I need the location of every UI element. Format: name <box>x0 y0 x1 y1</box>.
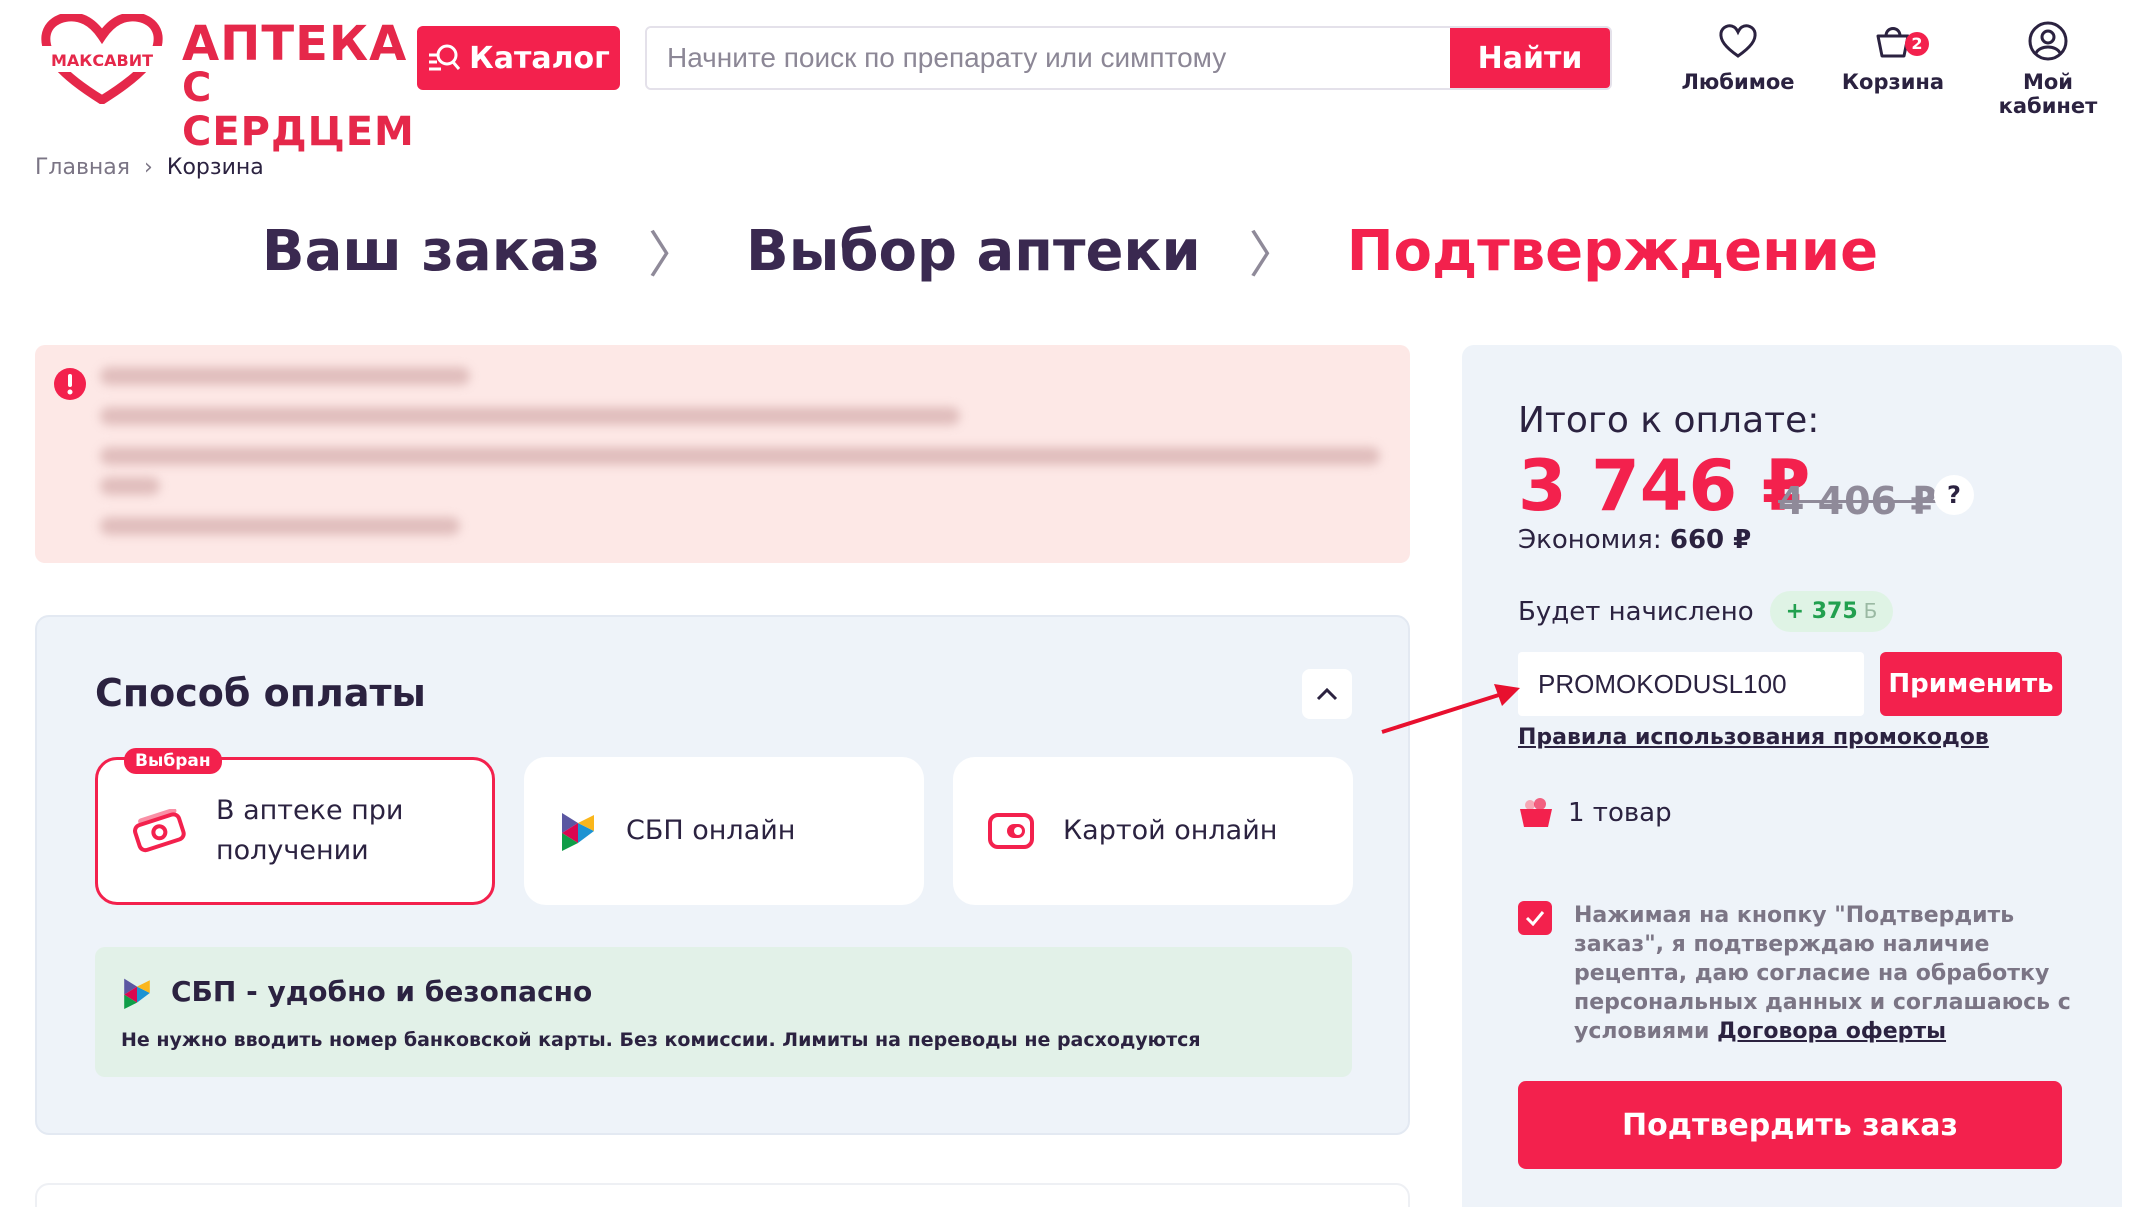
blurred-text <box>100 447 1380 465</box>
warning-icon <box>54 368 86 400</box>
payment-option-card-label: Картой онлайн <box>1063 815 1278 846</box>
catalog-search-icon <box>429 44 461 71</box>
catalog-label: Каталог <box>469 40 610 76</box>
payment-option-pharmacy-line1: В аптеке при <box>216 795 404 826</box>
breadcrumb-current: Корзина <box>166 155 264 180</box>
account-label: Мой кабинет <box>1998 70 2098 118</box>
bonus: Будет начислено + 375 Б <box>1518 591 1894 632</box>
confirm-order-button[interactable]: Подтвердить заказ <box>1518 1081 2062 1169</box>
help-icon[interactable]: ? <box>1934 475 1974 515</box>
bonus-points-icon: Б <box>1863 599 1878 623</box>
chevron-up-icon <box>1316 687 1338 701</box>
payment-option-sbp-label: СБП онлайн <box>626 815 796 846</box>
payment-title: Способ оплаты <box>95 671 426 715</box>
bonus-value: + 375 <box>1785 599 1858 624</box>
payment-option-card[interactable]: Картой онлайн <box>953 757 1353 905</box>
breadcrumb: Главная › Корзина <box>35 155 264 180</box>
chevron-right-icon: › <box>144 155 153 180</box>
economy: Экономия: 660 ₽ <box>1518 525 1751 555</box>
sbp-icon <box>124 978 150 1009</box>
logo-line2: С СЕРДЦЕМ <box>182 65 415 155</box>
economy-label: Экономия: <box>1518 525 1662 555</box>
blurred-text <box>100 477 160 495</box>
payment-option-pharmacy-label: В аптеке при получении <box>216 791 403 871</box>
consent-text: Нажимая на кнопку "Подтвердить заказ", я… <box>1574 901 2074 1046</box>
order-summary: Итого к оплате: 3 746 ₽ 4 406 ₽ ? Эконом… <box>1462 345 2122 1207</box>
sbp-note-text: Не нужно вводить номер банковской карты.… <box>121 1029 1201 1051</box>
offer-agreement-link[interactable]: Договора оферты <box>1717 1019 1946 1044</box>
basket-icon <box>1520 798 1552 827</box>
sbp-note-title: СБП - удобно и безопасно <box>171 975 593 1008</box>
sbp-note: СБП - удобно и безопасно Не нужно вводит… <box>95 947 1352 1077</box>
catalog-button[interactable]: Каталог <box>417 26 620 90</box>
total-price: 3 746 ₽ <box>1518 445 1811 527</box>
account-link[interactable]: Мой кабинет <box>1978 20 2118 118</box>
old-price: 4 406 ₽ <box>1778 479 1937 523</box>
items-count-label: 1 товар <box>1568 798 1672 828</box>
blurred-text <box>100 407 960 425</box>
sbp-icon <box>562 813 594 851</box>
logo-text: АПТЕКА С СЕРДЦЕМ <box>182 20 415 155</box>
selected-badge: Выбран <box>124 748 222 774</box>
step-separator-icon: 〉 <box>648 226 699 284</box>
payment-section: Способ оплаты Выбран В аптеке при получе… <box>35 615 1410 1135</box>
total-title: Итого к оплате: <box>1518 400 1820 441</box>
cart-count-badge: 2 <box>1905 32 1929 56</box>
logo-line1: АПТЕКА <box>182 16 408 72</box>
step-confirmation: Подтверждение <box>1346 218 1879 284</box>
apply-promo-button[interactable]: Применить <box>1880 652 2062 716</box>
red-arrow-annotation <box>1381 684 1520 734</box>
economy-value: 660 ₽ <box>1669 525 1752 555</box>
breadcrumb-home[interactable]: Главная <box>35 155 130 180</box>
consent-checkbox[interactable] <box>1518 901 1552 935</box>
payment-option-pharmacy-line2: получении <box>216 835 369 866</box>
heart-logo-icon: МАКСАВИТ <box>40 14 165 104</box>
cash-icon <box>133 809 186 853</box>
find-button[interactable]: Найти <box>1450 28 1610 88</box>
promo-rules-link[interactable]: Правила использования промокодов <box>1518 725 1989 750</box>
promo-code-input[interactable] <box>1518 652 1864 716</box>
cart-label: Корзина <box>1841 70 1945 94</box>
card-icon <box>988 813 1034 849</box>
step-separator-icon: 〉 <box>1248 226 1299 284</box>
search-bar: Найти <box>645 26 1612 90</box>
next-section <box>35 1183 1410 1207</box>
items-count: 1 товар <box>1518 797 1672 829</box>
blurred-text <box>100 517 460 535</box>
cart-link[interactable]: 2 Корзина <box>1823 20 1963 94</box>
user-icon <box>2028 21 2068 61</box>
search-input[interactable] <box>647 28 1450 88</box>
bonus-label: Будет начислено <box>1518 596 1754 627</box>
checkout-steps: Ваш заказ 〉 Выбор аптеки 〉 Подтверждение <box>0 215 2140 287</box>
step-order[interactable]: Ваш заказ <box>262 219 600 284</box>
logo[interactable]: МАКСАВИТ АПТЕКА С СЕРДЦЕМ <box>40 14 414 154</box>
favorites-link[interactable]: Любимое <box>1668 20 1808 94</box>
favorites-label: Любимое <box>1681 70 1795 94</box>
header: МАКСАВИТ АПТЕКА С СЕРДЦЕМ Каталог Найти … <box>0 0 2140 154</box>
payment-option-pharmacy[interactable]: Выбран В аптеке при получении <box>95 748 495 905</box>
step-pharmacy[interactable]: Выбор аптеки <box>746 219 1201 284</box>
payment-option-sbp[interactable]: СБП онлайн <box>524 757 924 905</box>
checkmark-icon <box>1525 911 1545 926</box>
bonus-badge: + 375 Б <box>1769 591 1894 632</box>
collapse-button[interactable] <box>1302 669 1352 719</box>
svg-text:МАКСАВИТ: МАКСАВИТ <box>51 51 153 70</box>
info-alert <box>35 345 1410 563</box>
heart-icon <box>1719 24 1757 58</box>
blurred-text <box>100 367 470 385</box>
